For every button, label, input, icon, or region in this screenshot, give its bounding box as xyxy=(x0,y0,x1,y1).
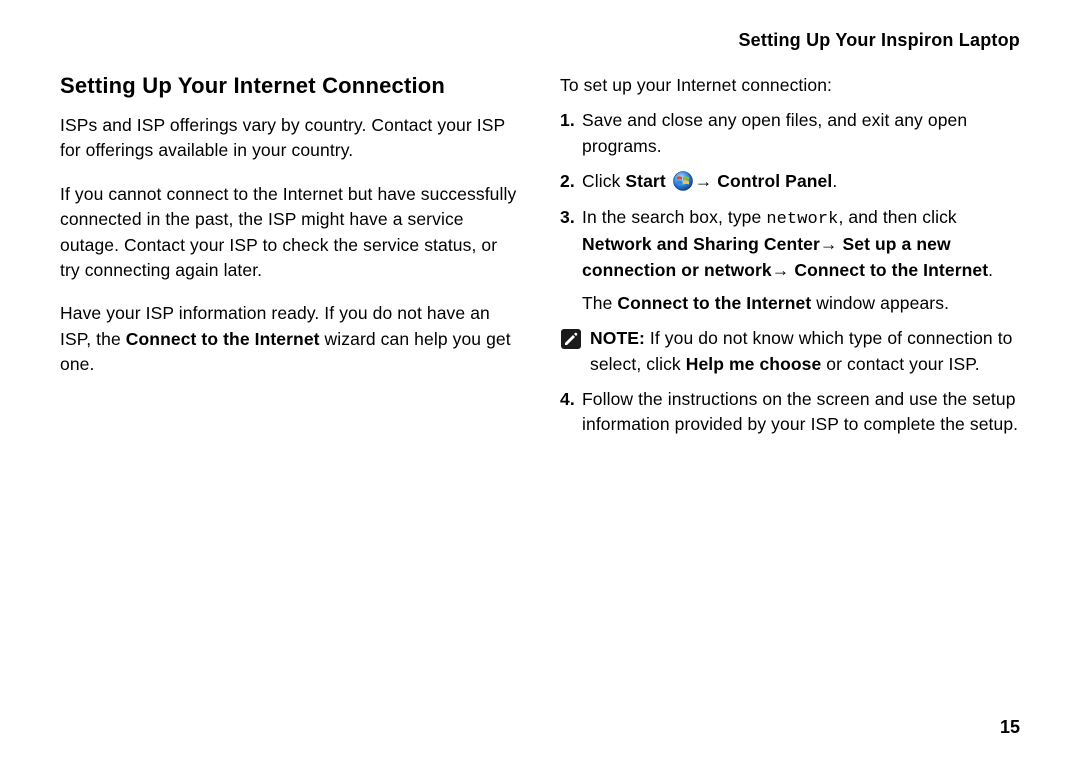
right-column: To set up your Internet connection: Save… xyxy=(560,73,1020,448)
bold-text: → xyxy=(695,171,718,191)
text: window appears. xyxy=(811,293,949,313)
step-item: Click Start xyxy=(560,169,1020,194)
paragraph: If you cannot connect to the Internet bu… xyxy=(60,182,520,284)
page-number: 15 xyxy=(1000,717,1020,738)
step-item: Follow the instructions on the screen an… xyxy=(560,387,1020,438)
text: The xyxy=(582,293,617,313)
running-header: Setting Up Your Inspiron Laptop xyxy=(60,30,1020,51)
left-column: Setting Up Your Internet Connection ISPs… xyxy=(60,73,520,448)
note-text: NOTE: If you do not know which type of c… xyxy=(590,326,1020,377)
note-label: NOTE: xyxy=(590,328,645,348)
text: , and then click xyxy=(838,207,956,227)
windows-start-orb-icon xyxy=(673,171,693,191)
code-text: network xyxy=(766,210,838,229)
bold-text: Network and Sharing Center xyxy=(582,234,820,254)
bold-text: Connect to the Internet xyxy=(617,293,811,313)
step-item: Save and close any open files, and exit … xyxy=(560,108,1020,159)
bold-text: Start xyxy=(625,171,665,191)
paragraph: ISPs and ISP offerings vary by country. … xyxy=(60,113,520,164)
bold-text: Connect to the Internet xyxy=(126,329,320,349)
section-heading: Setting Up Your Internet Connection xyxy=(60,73,520,99)
bold-text: Help me choose xyxy=(686,354,822,374)
note-block: NOTE: If you do not know which type of c… xyxy=(560,326,1020,377)
text: In the search box, type xyxy=(582,207,766,227)
step-item: In the search box, type network, and the… xyxy=(560,205,1020,378)
two-column-layout: Setting Up Your Internet Connection ISPs… xyxy=(60,73,1020,448)
text: . xyxy=(988,260,993,280)
step-follow-text: The Connect to the Internet window appea… xyxy=(582,291,1020,316)
bold-text: → xyxy=(772,260,795,280)
text: or contact your ISP. xyxy=(821,354,979,374)
text: Click xyxy=(582,171,625,191)
bold-text: Control Panel xyxy=(717,171,832,191)
lead-text: To set up your Internet connection: xyxy=(560,73,1020,98)
paragraph: Have your ISP information ready. If you … xyxy=(60,301,520,377)
bold-text: Connect to the Internet xyxy=(794,260,988,280)
note-pencil-icon xyxy=(560,328,582,350)
text: . xyxy=(832,171,837,191)
bold-text: → xyxy=(820,234,843,254)
ordered-steps: Save and close any open files, and exit … xyxy=(560,108,1020,437)
